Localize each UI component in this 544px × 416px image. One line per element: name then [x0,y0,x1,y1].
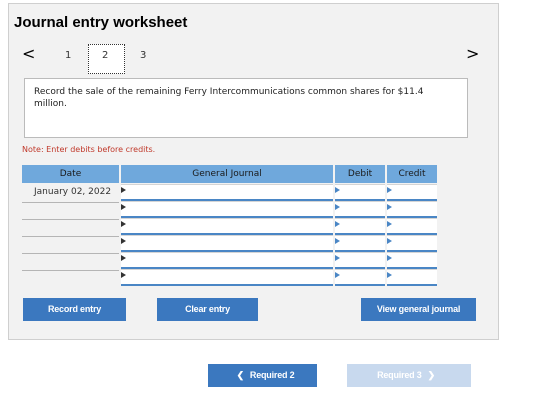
credit-input[interactable] [387,201,437,218]
table-row: January 02, 2022 [22,184,437,201]
credit-input[interactable] [387,218,437,235]
table-row [22,269,437,286]
debit-input[interactable] [335,252,385,269]
table-row [22,201,437,218]
credit-input[interactable] [387,252,437,269]
chevron-right-icon: ❯ [427,370,436,380]
chevron-left-icon: ❮ [236,370,245,380]
account-dropdown[interactable] [121,269,333,286]
account-dropdown[interactable] [121,252,333,269]
table-row [22,235,437,252]
debit-credit-note: Note: Enter debits before credits. [22,145,156,154]
view-general-journal-button[interactable]: View general journal [361,298,476,321]
credit-input[interactable] [387,184,437,201]
instruction-box: Record the sale of the remaining Ferry I… [24,78,468,138]
debit-input[interactable] [335,184,385,201]
clear-entry-button[interactable]: Clear entry [157,298,258,321]
account-dropdown[interactable] [121,218,333,235]
row-date [22,252,119,269]
record-entry-button[interactable]: Record entry [23,298,126,321]
credit-input[interactable] [387,235,437,252]
row-date [22,269,119,286]
debit-input[interactable] [335,235,385,252]
required-3-label: Required 3 [377,370,422,380]
required-3-button: Required 3 ❯ [347,364,471,387]
worksheet-title: Journal entry worksheet [14,14,188,31]
debit-input[interactable] [335,218,385,235]
account-dropdown[interactable] [121,201,333,218]
required-2-label: Required 2 [249,370,295,380]
table-row [22,218,437,235]
account-dropdown[interactable] [121,184,333,201]
chevron-right-icon[interactable]: > [466,44,479,63]
debit-input[interactable] [335,201,385,218]
credit-input[interactable] [387,269,437,286]
row-date [22,201,119,218]
row-date: January 02, 2022 [34,187,112,197]
page-1-link[interactable]: 1 [65,50,71,61]
table-row [22,252,437,269]
page-2-current[interactable]: 2 [88,44,125,74]
header-debit: Debit [335,165,385,183]
debit-input[interactable] [335,269,385,286]
account-dropdown[interactable] [121,235,333,252]
page-2-label: 2 [102,50,109,61]
row-date [22,218,119,235]
header-credit: Credit [387,165,437,183]
header-date: Date [22,165,119,183]
instruction-text: Record the sale of the remaining Ferry I… [34,87,424,109]
required-2-button[interactable]: ❮ Required 2 [208,364,317,387]
page-3-link[interactable]: 3 [140,50,146,61]
header-general-journal: General Journal [121,165,333,183]
row-date [22,235,119,252]
chevron-left-icon[interactable]: < [22,44,35,63]
